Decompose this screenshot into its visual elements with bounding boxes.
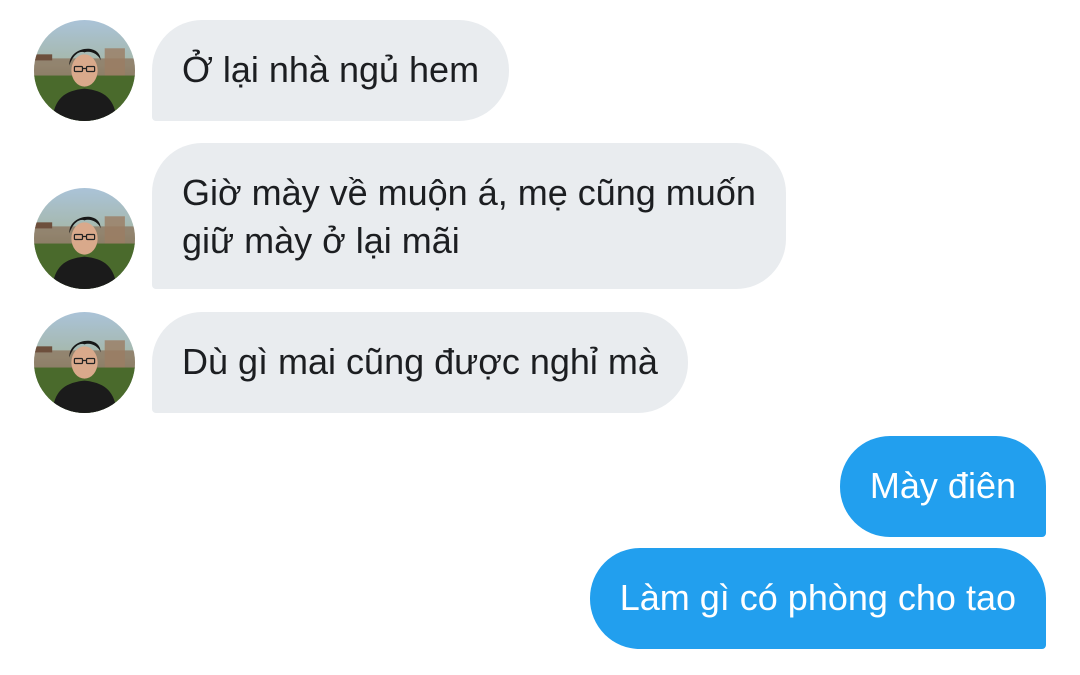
contact-avatar[interactable]: [34, 312, 135, 413]
contact-avatar[interactable]: [34, 188, 135, 289]
incoming-message-bubble[interactable]: Dù gì mai cũng được nghỉ mà: [152, 312, 688, 413]
message-text: Ở lại nhà ngủ hem: [182, 49, 480, 90]
user-avatar-photo-icon: [34, 312, 135, 413]
message-text: Dù gì mai cũng được nghỉ mà: [182, 341, 658, 382]
user-avatar-photo-icon: [34, 188, 135, 289]
incoming-message-bubble[interactable]: Ở lại nhà ngủ hem: [152, 20, 510, 121]
message-text: Làm gì có phòng cho tao: [619, 577, 1016, 618]
message-text: Mày điên: [869, 465, 1016, 506]
incoming-message-bubble[interactable]: Giờ mày về muộn á, mẹ cũng muốn giữ mày …: [152, 143, 786, 289]
outgoing-message-bubble[interactable]: Mày điên: [839, 436, 1046, 537]
outgoing-message-bubble[interactable]: Làm gì có phòng cho tao: [589, 548, 1046, 649]
message-text-line: giữ mày ở lại mãi: [182, 220, 460, 261]
message-text-line: Giờ mày về muộn á, mẹ cũng muốn: [182, 172, 756, 213]
user-avatar-photo-icon: [34, 20, 135, 121]
contact-avatar[interactable]: [34, 20, 135, 121]
